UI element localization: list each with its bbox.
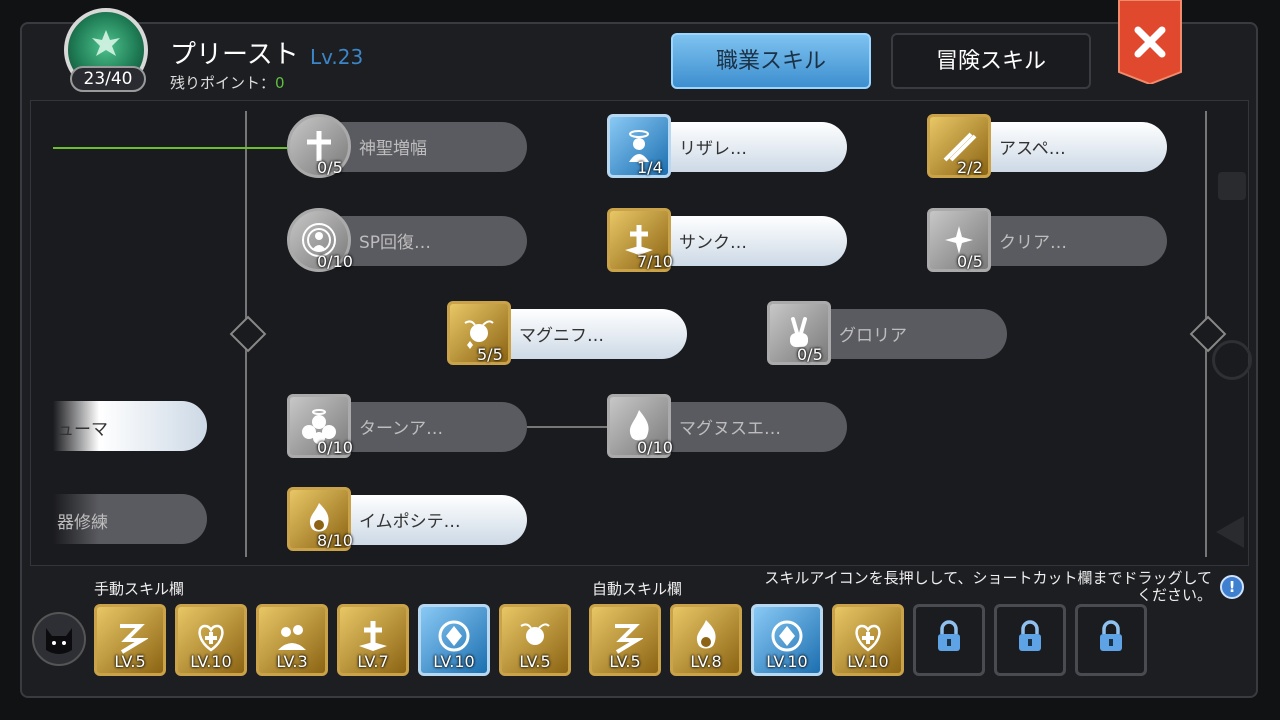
close-button[interactable]	[1117, 0, 1183, 86]
skill-name: リザレ…	[679, 139, 747, 159]
heart-cross-icon	[198, 624, 224, 652]
remaining-points: 残りポイント：0	[170, 72, 285, 93]
shortcut-slot[interactable]: LV.10	[418, 604, 490, 676]
lock-icon	[938, 620, 960, 652]
magnificat-icon	[520, 623, 550, 646]
job-points: 23/40	[70, 66, 146, 92]
edge-button-triangle	[1216, 516, 1244, 548]
tab-adventure-skills[interactable]: 冒険スキル	[891, 33, 1091, 89]
skill-level: 1/4	[637, 158, 663, 177]
skill-sp-recovery[interactable]: SP回復… 0/10	[287, 208, 527, 276]
heal-icon	[615, 624, 643, 654]
impositio-icon	[696, 620, 716, 649]
slot-level: LV.3	[276, 652, 308, 671]
shortcut-slot[interactable]: LV.3	[256, 604, 328, 676]
skill-name: マグヌスエ…	[679, 419, 781, 439]
skill-resurrection[interactable]: リザレ… 1/4	[607, 114, 847, 182]
auto-bar-label: 自動スキル欄	[592, 580, 683, 598]
slot-level: LV.7	[357, 652, 389, 671]
skill-name: ューマ	[57, 420, 108, 440]
skill-clear[interactable]: クリア… 0/5	[927, 208, 1167, 276]
shortcut-slot[interactable]: LV.10	[751, 604, 823, 676]
slot-level: LV.10	[766, 652, 808, 671]
shortcut-slot[interactable]: LV.5	[94, 604, 166, 676]
skill-gloria[interactable]: グロリア 0/5	[767, 301, 1007, 369]
prerequisite-link	[527, 426, 609, 428]
heal-icon	[120, 624, 148, 654]
skill-name: マグニフ…	[519, 326, 604, 346]
job-level: Lv.23	[310, 45, 364, 69]
shortcut-slot[interactable]: LV.10	[832, 604, 904, 676]
skill-name: サンク…	[679, 233, 747, 253]
slot-level: LV.5	[114, 652, 146, 671]
slot-level: LV.5	[519, 652, 551, 671]
blessing-icon	[278, 625, 306, 651]
slot-level: LV.10	[433, 652, 475, 671]
sanctuary-icon	[359, 621, 387, 652]
info-button[interactable]: !	[1220, 575, 1244, 599]
lock-icon	[1019, 620, 1041, 652]
skill-level: 8/10	[317, 531, 353, 550]
skill-turn-undead[interactable]: ターンア… 0/10	[287, 394, 527, 462]
skill-impositio-manus[interactable]: イムポシテ… 8/10	[287, 487, 527, 555]
job-name: プリースト	[170, 40, 299, 70]
skill-name: イムポシテ…	[359, 512, 461, 532]
skill-level: 2/2	[957, 158, 983, 177]
crystal-icon	[438, 620, 470, 652]
prerequisite-link	[53, 147, 287, 149]
drag-hint: スキルアイコンを長押しして、ショートカット欄までドラッグしてください。	[764, 569, 1212, 604]
skill-partial-1[interactable]: ューマ	[53, 401, 207, 451]
skill-magnificat[interactable]: マグニフ… 5/5	[447, 301, 687, 369]
shortcut-slot[interactable]: LV.8	[670, 604, 742, 676]
close-x-icon	[1118, 0, 1182, 86]
skill-level: 7/10	[637, 252, 673, 271]
edge-button-circle	[1212, 340, 1252, 380]
skill-partial-2[interactable]: 器修練	[53, 494, 207, 544]
skill-level: 0/10	[317, 252, 353, 271]
skill-holy-amplify[interactable]: 神聖増幅 0/5	[287, 114, 527, 182]
lock-icon	[1100, 620, 1122, 652]
skill-name: ターンア…	[359, 419, 444, 439]
remaining-label: 残りポイント：	[170, 74, 276, 92]
shortcut-slot[interactable]: LV.5	[589, 604, 661, 676]
skill-name: グロリア	[839, 326, 907, 346]
divider-ornament-icon	[229, 315, 267, 353]
skill-level: 0/10	[637, 438, 673, 457]
slot-level: LV.10	[190, 652, 232, 671]
manual-bar-label: 手動スキル欄	[94, 580, 185, 598]
tab-job-skills[interactable]: 職業スキル	[671, 33, 871, 89]
heart-cross-icon	[855, 624, 881, 652]
slot-level: LV.5	[609, 652, 641, 671]
skill-tree-panel: ューマ 器修練 神聖増幅 0/5 リザレ… 1/4 アスペ… 2/2 SP回復……	[30, 100, 1249, 566]
skill-name: SP回復…	[359, 233, 432, 253]
avatar-cat-icon[interactable]	[32, 612, 86, 666]
edge-button-square	[1218, 172, 1246, 200]
shortcut-slot[interactable]: LV.7	[337, 604, 409, 676]
crystal-icon	[771, 620, 803, 652]
skill-sanctuary[interactable]: サンク… 7/10	[607, 208, 847, 276]
skill-aspersio[interactable]: アスペ… 2/2	[927, 114, 1167, 182]
skill-level: 0/5	[797, 345, 823, 364]
skill-name: アスペ…	[999, 139, 1066, 159]
slot-level: LV.8	[690, 652, 722, 671]
skill-name: 器修練	[57, 513, 108, 533]
skill-name: 神聖増幅	[359, 139, 427, 159]
skill-level: 0/10	[317, 438, 353, 457]
locked-slot[interactable]	[994, 604, 1066, 676]
skill-magnus-exorcismus[interactable]: マグヌスエ… 0/10	[607, 394, 847, 462]
skill-level: 5/5	[477, 345, 503, 364]
remaining-value: 0	[275, 74, 285, 92]
locked-slot[interactable]	[913, 604, 985, 676]
shortcut-slot[interactable]: LV.5	[499, 604, 571, 676]
locked-slot[interactable]	[1075, 604, 1147, 676]
skill-name: クリア…	[999, 233, 1067, 253]
skill-level: 0/5	[957, 252, 983, 271]
slot-level: LV.10	[847, 652, 889, 671]
shortcut-slot[interactable]: LV.10	[175, 604, 247, 676]
skill-level: 0/5	[317, 158, 343, 177]
